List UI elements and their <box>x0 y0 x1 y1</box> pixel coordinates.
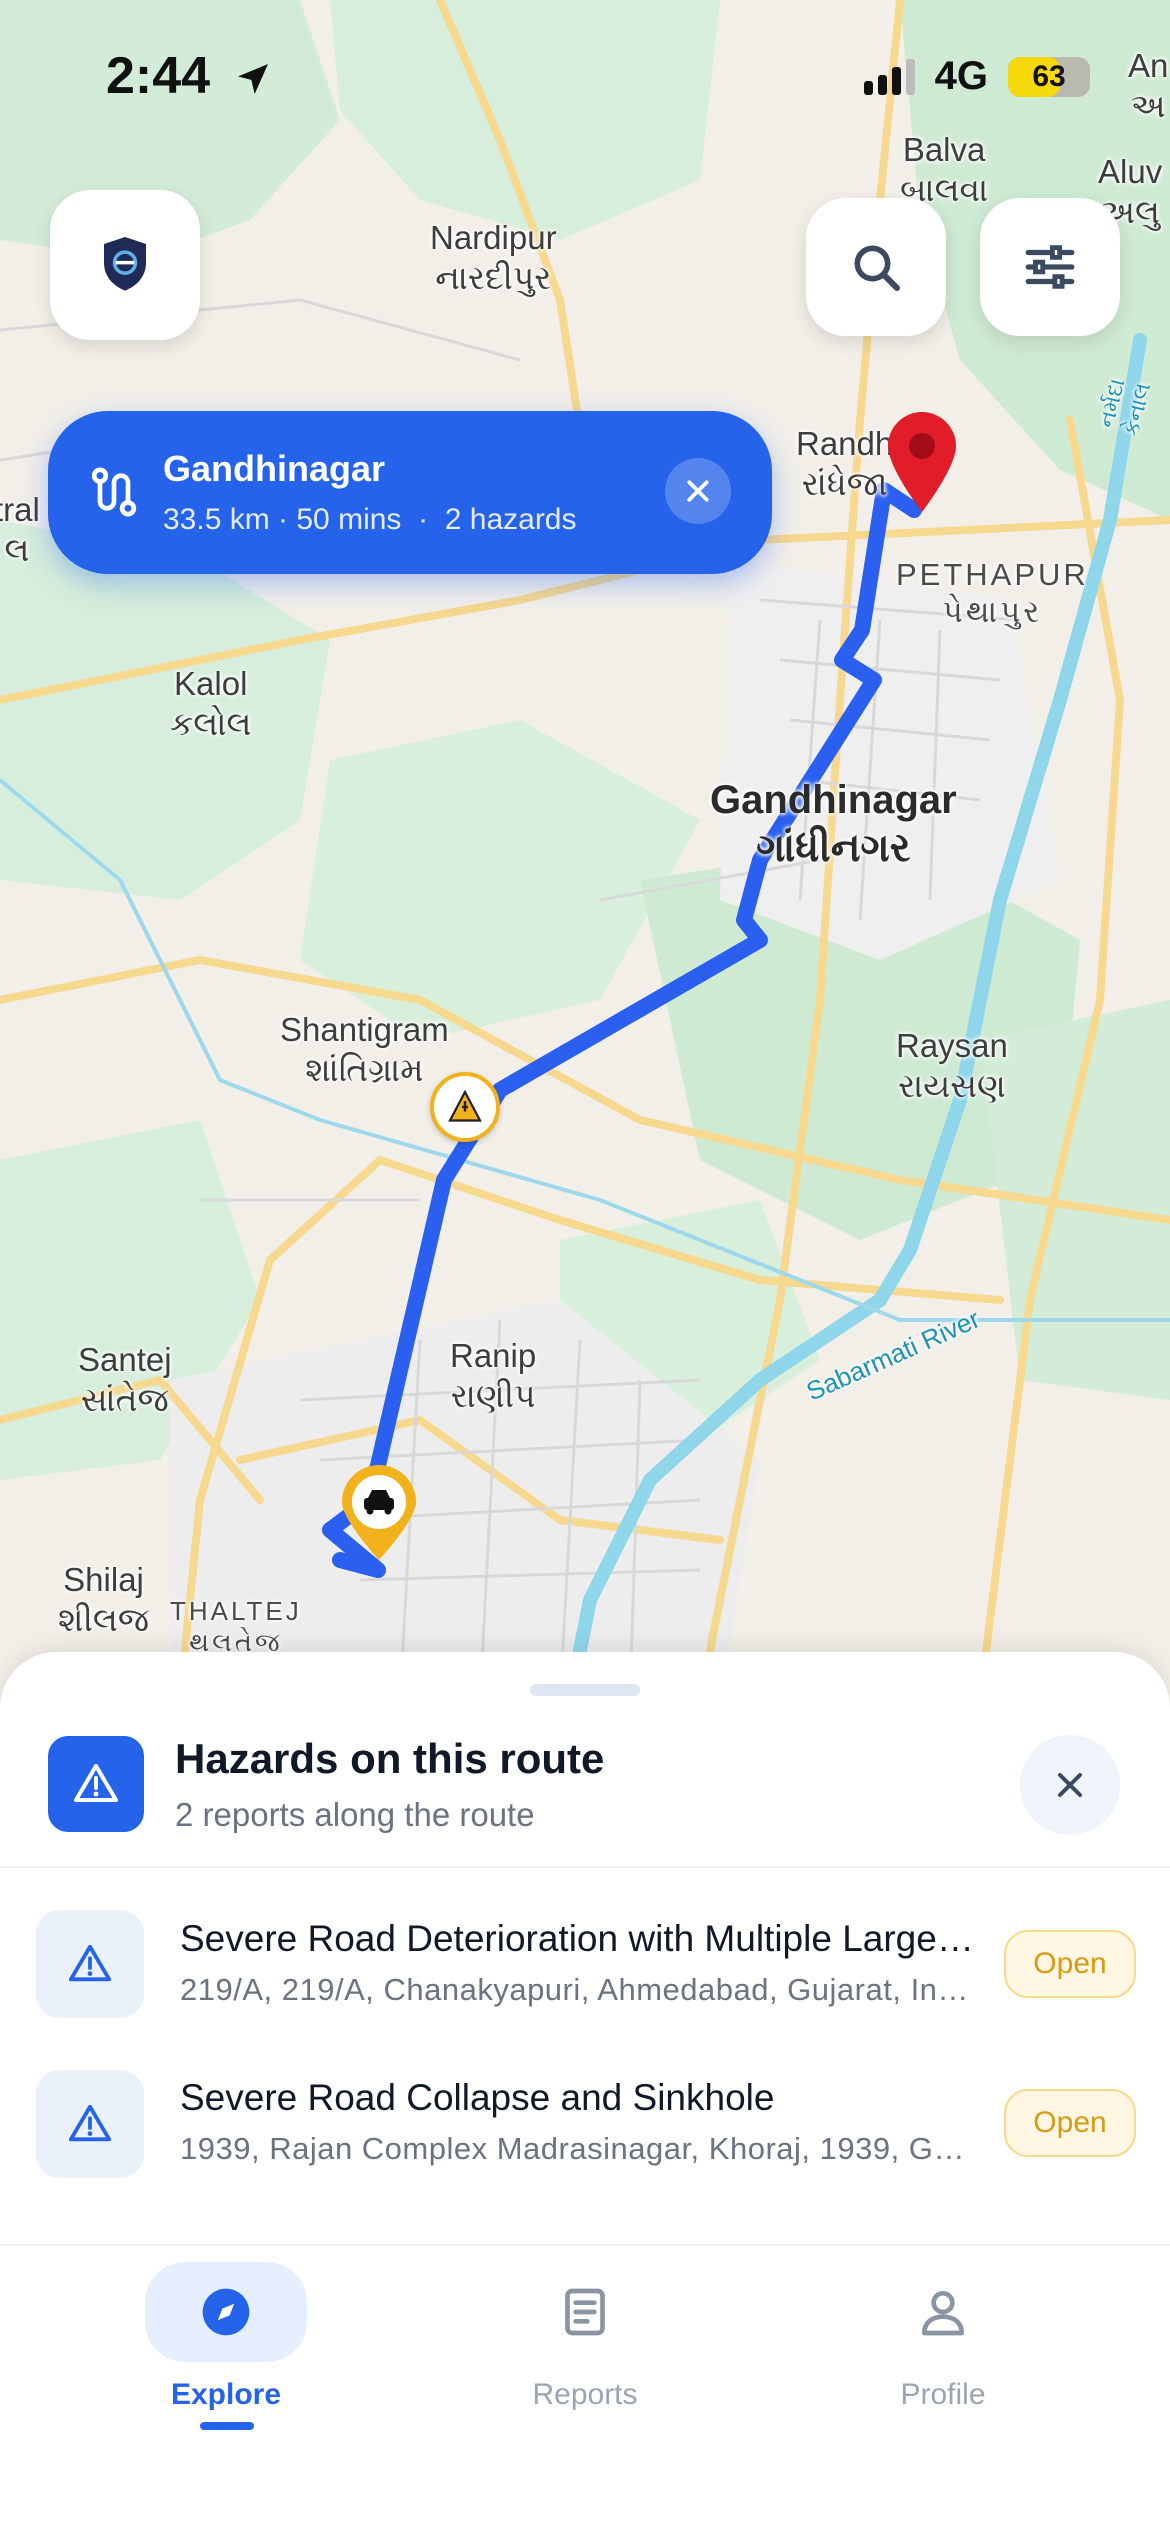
tab-label: Reports <box>532 2378 638 2411</box>
destination-pin[interactable] <box>884 408 960 514</box>
filter-button[interactable] <box>980 198 1120 336</box>
hazard-item-title: Severe Road Deterioration with Multiple … <box>180 1918 980 1959</box>
drivesafe-logo-icon <box>104 237 146 291</box>
hazard-item-title: Severe Road Collapse and Sinkhole <box>180 2077 775 2118</box>
compass-icon <box>202 2288 250 2336</box>
cellular-signal-icon <box>863 58 915 95</box>
sheet-drag-handle[interactable] <box>530 1684 640 1696</box>
place-label-shilaj: Shilaj શીલજ <box>58 1561 150 1638</box>
warning-icon <box>74 1764 118 1802</box>
tab-profile[interactable]: Profile <box>793 2262 1093 2462</box>
place-label-pethapur: PETHAPUR પેથાપુર <box>896 557 1089 630</box>
hazard-item-icon <box>36 1910 144 2018</box>
road-hazard-icon <box>448 1089 482 1122</box>
car-location-marker[interactable] <box>338 1462 420 1562</box>
close-icon <box>1058 1773 1082 1797</box>
place-label-kalol: Kalol કલોલ <box>170 665 252 742</box>
route-icon <box>86 464 142 525</box>
route-summary-card[interactable] <box>48 411 772 574</box>
hazard-marker[interactable] <box>430 1072 500 1142</box>
place-label-ranip: Ranip રાણીપ <box>450 1337 537 1414</box>
tab-explore[interactable]: Explore <box>76 2262 376 2462</box>
user-icon <box>922 2291 964 2336</box>
place-label-shantigram: Shantigram શાંતિગ્રામ <box>280 1011 449 1088</box>
place-label-gandhinagar: Gandhinagar ગાંધીનગર <box>710 778 957 870</box>
tab-reports[interactable]: Reports <box>435 2262 735 2462</box>
battery-icon: 63 <box>1008 56 1090 97</box>
app-logo-button[interactable] <box>50 190 200 340</box>
status-badge: Open <box>1004 2089 1136 2157</box>
warning-icon <box>68 2104 112 2142</box>
hazards-title: Hazards on this route <box>175 1735 605 1782</box>
location-arrow-icon <box>237 64 268 95</box>
route-meta: 33.5 km · 50 mins · 2 hazards <box>163 503 577 536</box>
route-destination: Gandhinagar <box>163 448 386 489</box>
document-icon <box>565 2288 605 2336</box>
close-icon <box>687 480 709 502</box>
status-time: 2:44 <box>106 46 273 106</box>
status-badge: Open <box>1004 1930 1136 1998</box>
place-label-santej: Santej સાંતેજ <box>78 1341 172 1418</box>
divider <box>0 1866 1170 1868</box>
status-indicators: 4G 63 <box>863 54 1090 99</box>
hazard-item-address: 1939, Rajan Complex Madrasinagar, Khoraj… <box>180 2131 980 2166</box>
place-label-an: An અ <box>1128 47 1169 124</box>
clear-route-button[interactable] <box>665 458 731 524</box>
hazards-subtitle: 2 reports along the route <box>175 1796 535 1833</box>
place-label-tral: tralલ <box>0 491 40 568</box>
hazard-item-address: 219/A, 219/A, Chanakyapuri, Ahmedabad, G… <box>180 1972 980 2007</box>
sliders-icon <box>1025 245 1075 289</box>
active-tab-indicator <box>200 2422 254 2430</box>
place-label-balva: Balva બાલવા <box>900 131 989 208</box>
hazards-header-icon <box>48 1736 144 1832</box>
place-label-raysan: Raysan રાયસણ <box>896 1027 1008 1104</box>
place-label-thaltej: THALTEJ થલતેજ <box>170 1596 302 1658</box>
place-label-nardipur: Nardipur નારદીપુર <box>430 219 557 296</box>
tab-label: Explore <box>170 2378 282 2411</box>
tab-label: Profile <box>900 2378 986 2411</box>
hazard-item-icon <box>36 2070 144 2178</box>
warning-icon <box>68 1944 112 1982</box>
search-button[interactable] <box>806 198 946 336</box>
close-hazards-button[interactable] <box>1020 1735 1120 1835</box>
place-label-randh: Randh રાંધેજા <box>796 425 894 502</box>
search-icon <box>854 245 901 292</box>
network-type: 4G <box>934 54 988 98</box>
